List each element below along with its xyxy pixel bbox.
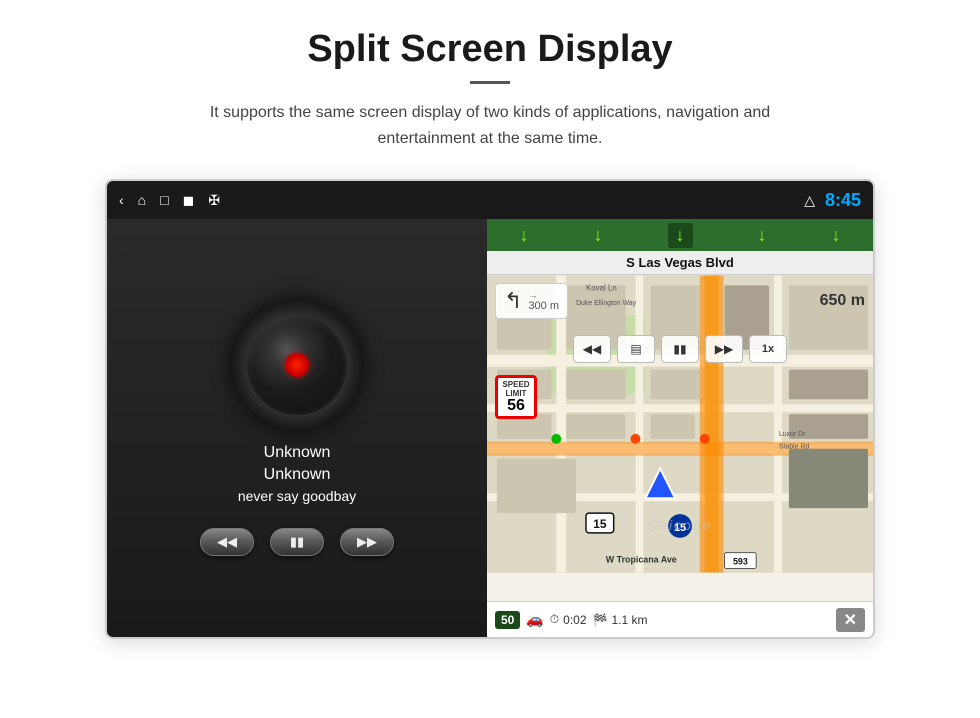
svg-text:15: 15 bbox=[593, 517, 607, 531]
album-center-dot bbox=[285, 353, 309, 377]
page-subtitle: It supports the same screen display of t… bbox=[180, 100, 800, 151]
title-divider bbox=[470, 81, 510, 84]
album-art bbox=[232, 300, 362, 430]
svg-text:Luxor Dr: Luxor Dr bbox=[779, 431, 806, 438]
nav-speed-limit: SPEED LIMIT 56 bbox=[495, 375, 537, 419]
nav-bottom-eta: ⏱ 0:02 bbox=[550, 612, 587, 627]
back-icon[interactable]: ‹ bbox=[119, 192, 124, 208]
page-title: Split Screen Display bbox=[307, 28, 672, 71]
nav-bottom-dist: 🏁 1.1 km bbox=[593, 613, 648, 627]
nav-arrow-4: ↓ bbox=[832, 225, 841, 246]
nav-next-btn[interactable]: ▶▶ bbox=[705, 335, 743, 363]
image-icon[interactable]: ◼ bbox=[183, 192, 195, 209]
page-container: Split Screen Display It supports the sam… bbox=[0, 0, 980, 718]
window-icon[interactable]: □ bbox=[160, 192, 168, 208]
nav-prev-btn[interactable]: ◀◀ bbox=[573, 335, 611, 363]
device-frame: ‹ ⌂ □ ◼ ✠ △ 8:45 Unknown Unknown bbox=[105, 179, 875, 639]
status-bar-right: △ 8:45 bbox=[804, 190, 861, 211]
nav-panel: ↓ ↓ ↓ ↓ ↓ S Las Vegas Blvd bbox=[487, 219, 873, 637]
nav-distance-label: 650 m bbox=[820, 292, 865, 310]
dist-value: 1.1 km bbox=[611, 613, 647, 627]
usb-icon[interactable]: ✠ bbox=[208, 192, 220, 209]
triangle-icon: △ bbox=[804, 192, 815, 209]
prev-icon: ◀◀ bbox=[217, 534, 237, 550]
pause-button[interactable]: ▮▮ bbox=[270, 528, 324, 556]
split-content: Unknown Unknown never say goodbay ◀◀ ▮▮ … bbox=[107, 219, 873, 637]
status-time: 8:45 bbox=[825, 190, 861, 211]
music-panel: Unknown Unknown never say goodbay ◀◀ ▮▮ … bbox=[107, 219, 487, 637]
nav-playback-controls: ◀◀ ▤ ▮▮ ▶▶ 1x bbox=[487, 335, 873, 363]
svg-text:593: 593 bbox=[733, 557, 748, 567]
nav-map: Koval Ln Duke Ellington Way Luxor Dr Sta… bbox=[487, 275, 873, 573]
eta-time: 0:02 bbox=[563, 613, 586, 627]
nav-arrow-1: ↓ bbox=[520, 225, 529, 246]
pause-icon: ▮▮ bbox=[290, 534, 304, 550]
nav-speed-btn[interactable]: 1x bbox=[749, 335, 787, 363]
track-info: Unknown Unknown never say goodbay bbox=[238, 444, 356, 504]
home-icon[interactable]: ⌂ bbox=[138, 192, 146, 208]
nav-checkerboard-btn[interactable]: ▤ bbox=[617, 335, 655, 363]
next-button[interactable]: ▶▶ bbox=[340, 528, 394, 556]
status-bar: ‹ ⌂ □ ◼ ✠ △ 8:45 bbox=[107, 181, 873, 219]
nav-bottom-speed: 50 bbox=[495, 611, 520, 629]
svg-text:W Tropicana Ave: W Tropicana Ave bbox=[606, 555, 677, 565]
nav-direction-box: ↰ → 300 m bbox=[495, 283, 568, 319]
watermark: Seicone bbox=[648, 517, 713, 533]
dist-icon: 🏁 bbox=[593, 613, 608, 627]
nav-overlay-controls: ↰ → 300 m 650 m bbox=[487, 283, 873, 319]
prev-button[interactable]: ◀◀ bbox=[200, 528, 254, 556]
nav-arrow-2: ↓ bbox=[594, 225, 603, 246]
nav-arrow-3: ↓ bbox=[758, 225, 767, 246]
status-bar-left: ‹ ⌂ □ ◼ ✠ bbox=[119, 192, 220, 209]
nav-arrow-highlight: ↓ bbox=[668, 223, 693, 248]
speed-limit-text: SPEED LIMIT bbox=[502, 380, 530, 398]
nav-close-button[interactable]: ✕ bbox=[836, 608, 865, 632]
nav-road-name: S Las Vegas Blvd bbox=[487, 251, 873, 275]
nav-bottom-bar: 50 🚗 ⏱ 0:02 🏁 1.1 km ✕ bbox=[487, 601, 873, 637]
nav-pause-btn[interactable]: ▮▮ bbox=[661, 335, 699, 363]
track-title: Unknown bbox=[238, 444, 356, 462]
turn-left-icon: ↰ bbox=[504, 288, 522, 314]
next-icon: ▶▶ bbox=[357, 534, 377, 550]
nav-direction-distance: 300 m bbox=[528, 300, 559, 312]
svg-text:Stable Rd: Stable Rd bbox=[779, 444, 809, 451]
nav-top-bar: ↓ ↓ ↓ ↓ ↓ bbox=[487, 219, 873, 251]
music-controls: ◀◀ ▮▮ ▶▶ bbox=[200, 528, 394, 556]
map-background: Koval Ln Duke Ellington Way Luxor Dr Sta… bbox=[487, 275, 873, 573]
eta-icon: ⏱ bbox=[550, 612, 559, 627]
track-artist: Unknown bbox=[238, 466, 356, 484]
track-song: never say goodbay bbox=[238, 488, 356, 504]
speed-limit-num: 56 bbox=[502, 398, 530, 414]
nav-route-icon: 🚗 bbox=[526, 611, 543, 628]
